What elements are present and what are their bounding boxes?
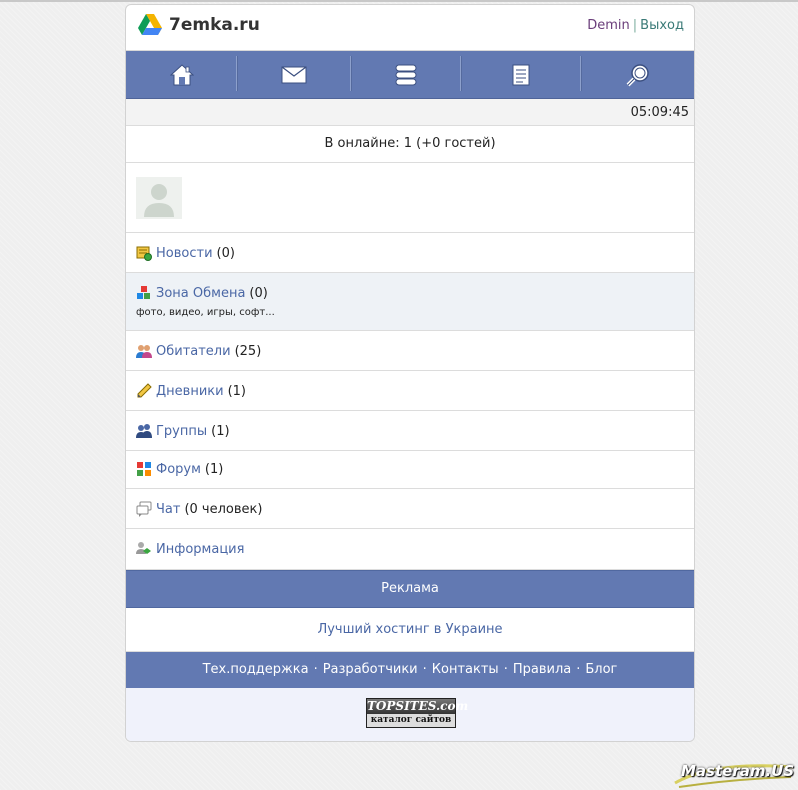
menu-item-label[interactable]: Чат bbox=[156, 502, 180, 517]
avatar[interactable] bbox=[136, 177, 182, 219]
search-icon bbox=[626, 63, 649, 86]
menu-item-label[interactable]: Обитатели bbox=[156, 344, 231, 359]
badge-area: TOPSITES.com каталог сайтов bbox=[126, 688, 694, 741]
menu-line: Информация bbox=[136, 541, 244, 557]
topsites-badge-subtitle: каталог сайтов bbox=[367, 714, 455, 727]
chat-icon bbox=[136, 501, 152, 517]
header: 7emka.ru Demin | Выход bbox=[126, 5, 694, 51]
menu-item-exchange[interactable]: Зона Обмена (0) фото, видео, игры, софт.… bbox=[126, 273, 694, 331]
menu-item-count: (1) bbox=[211, 423, 230, 439]
ad-link[interactable]: Лучший хостинг в Украине bbox=[317, 622, 502, 637]
menu-item-label[interactable]: Группы bbox=[156, 424, 207, 439]
menu-item-label[interactable]: Информация bbox=[156, 542, 244, 557]
avatar-row bbox=[126, 163, 694, 233]
menu-line: Обитатели (25) bbox=[136, 343, 261, 359]
news-icon bbox=[136, 246, 152, 261]
exchange-icon bbox=[137, 286, 150, 299]
topsites-badge[interactable]: TOPSITES.com каталог сайтов bbox=[366, 698, 469, 728]
menu-item-diaries[interactable]: Дневники (1) bbox=[126, 371, 694, 411]
menu-line: Группы (1) bbox=[136, 423, 230, 439]
nav-notes[interactable] bbox=[462, 51, 580, 98]
menu-item-count: (1) bbox=[227, 383, 246, 399]
watermark-text: Masteram.US bbox=[681, 762, 795, 780]
menu-item-subtitle: фото, видео, игры, софт... bbox=[136, 307, 275, 318]
ads-header: Реклама bbox=[126, 570, 694, 608]
users-icon bbox=[136, 345, 152, 358]
page-container: 7emka.ru Demin | Выход 05:09:45 В онлайн… bbox=[125, 4, 695, 742]
logout-link[interactable]: Выход bbox=[640, 18, 684, 33]
footer-separator: · bbox=[576, 662, 581, 677]
ad-row: Лучший хостинг в Украине bbox=[126, 608, 694, 652]
menu-item-label[interactable]: Зона Обмена bbox=[156, 286, 245, 301]
menu-line: Зона Обмена (0) bbox=[136, 285, 268, 301]
footer-link-rules[interactable]: Правила bbox=[513, 662, 571, 677]
menu-item-label[interactable]: Новости bbox=[156, 246, 213, 261]
menu-item-count: (25) bbox=[234, 343, 262, 359]
info-icon bbox=[136, 542, 151, 554]
online-status: В онлайне: 1 (+0 гостей) bbox=[126, 126, 694, 163]
main-nav bbox=[126, 51, 694, 99]
chat-bubbles-icon bbox=[395, 64, 417, 85]
topsites-badge-title: TOPSITES.com bbox=[367, 699, 469, 714]
menu-item-groups[interactable]: Группы (1) bbox=[126, 411, 694, 451]
forum-icon bbox=[137, 462, 151, 476]
nav-search[interactable] bbox=[582, 51, 694, 98]
groups-icon bbox=[136, 424, 152, 438]
menu-item-label[interactable]: Дневники bbox=[156, 384, 224, 399]
menu-item-count: (0) bbox=[216, 245, 235, 261]
menu-item-forum[interactable]: Форум (1) bbox=[126, 451, 694, 489]
pencil-icon bbox=[137, 383, 152, 398]
footer-link-blog[interactable]: Блог bbox=[585, 662, 617, 677]
watermark-logo: Masteram.US bbox=[673, 757, 797, 789]
clock: 05:09:45 bbox=[630, 105, 689, 120]
nav-home[interactable] bbox=[126, 51, 237, 98]
nav-chat[interactable] bbox=[352, 51, 460, 98]
footer-separator: · bbox=[422, 662, 427, 677]
menu-item-label[interactable]: Форум bbox=[156, 462, 201, 477]
menu-line: Новости (0) bbox=[136, 245, 235, 261]
menu-item-count: (0 человек) bbox=[184, 501, 263, 517]
user-links-separator: | bbox=[632, 18, 638, 33]
user-links: Demin | Выход bbox=[587, 18, 684, 33]
nav-mail[interactable] bbox=[238, 51, 350, 98]
menu-line: Дневники (1) bbox=[136, 383, 246, 399]
menu-item-users[interactable]: Обитатели (25) bbox=[126, 331, 694, 371]
top-border bbox=[0, 0, 798, 2]
menu-line: Чат (0 человек) bbox=[136, 501, 262, 517]
time-bar: 05:09:45 bbox=[126, 99, 694, 126]
menu-item-info[interactable]: Информация bbox=[126, 529, 694, 570]
menu-item-news[interactable]: Новости (0) bbox=[126, 233, 694, 273]
footer-separator: · bbox=[503, 662, 508, 677]
menu-line: Форум (1) bbox=[136, 461, 223, 477]
notepad-icon bbox=[512, 64, 530, 85]
logo-icon[interactable] bbox=[137, 13, 163, 37]
footer-link-contacts[interactable]: Контакты bbox=[432, 662, 499, 677]
profile-link[interactable]: Demin bbox=[587, 18, 630, 33]
menu-item-count: (0) bbox=[249, 285, 268, 301]
footer-separator: · bbox=[313, 662, 318, 677]
footer-link-support[interactable]: Тех.поддержка bbox=[203, 662, 309, 677]
site-title[interactable]: 7emka.ru bbox=[169, 15, 260, 35]
mail-icon bbox=[281, 66, 307, 83]
menu-item-count: (1) bbox=[204, 461, 224, 477]
home-icon bbox=[169, 63, 194, 85]
footer-links: Тех.поддержка · Разработчики · Контакты · Прав… bbox=[126, 652, 694, 688]
menu-item-chat[interactable]: Чат (0 человек) bbox=[126, 489, 694, 529]
footer-link-developers[interactable]: Разработчики bbox=[323, 662, 418, 677]
